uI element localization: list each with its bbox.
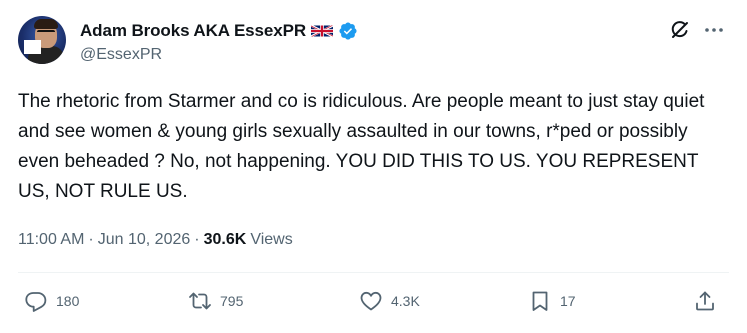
like-count: 4.3K xyxy=(391,293,420,309)
meta-separator: · xyxy=(194,231,200,248)
verified-badge-icon[interactable] xyxy=(338,21,358,41)
uk-flag-icon xyxy=(311,24,334,38)
bookmark-count: 17 xyxy=(560,293,576,309)
repost-button[interactable]: 795 xyxy=(188,287,243,315)
share-button[interactable] xyxy=(693,287,717,315)
views-count[interactable]: 30.6K xyxy=(204,231,247,249)
avatar[interactable] xyxy=(18,16,66,64)
reply-count: 180 xyxy=(56,293,80,309)
like-icon xyxy=(360,291,382,311)
reply-button[interactable]: 180 xyxy=(24,287,79,315)
more-icon[interactable] xyxy=(702,18,726,42)
divider xyxy=(18,272,729,273)
bookmark-icon xyxy=(532,291,548,311)
author-name-row: Adam Brooks AKA EssexPR xyxy=(80,19,358,43)
meta-separator: · xyxy=(88,231,94,248)
display-name[interactable]: Adam Brooks AKA EssexPR xyxy=(80,21,306,41)
like-button[interactable]: 4.3K xyxy=(359,287,420,315)
grok-icon[interactable] xyxy=(668,18,692,42)
tweet-time[interactable]: 11:00 AM xyxy=(18,231,84,249)
reply-icon xyxy=(25,292,47,312)
share-icon xyxy=(696,291,714,311)
tweet-meta: 11:00 AM · Jun 10, 2026 · 30.6K Views xyxy=(18,228,293,252)
tweet-date[interactable]: Jun 10, 2026 xyxy=(98,231,191,249)
bookmark-button[interactable]: 17 xyxy=(528,287,576,315)
repost-icon xyxy=(189,292,211,310)
repost-count: 795 xyxy=(220,293,244,309)
tweet-text: The rhetoric from Starmer and co is ridi… xyxy=(18,91,705,202)
author-handle[interactable]: @EssexPR xyxy=(80,46,162,64)
views-label: Views xyxy=(250,231,293,248)
